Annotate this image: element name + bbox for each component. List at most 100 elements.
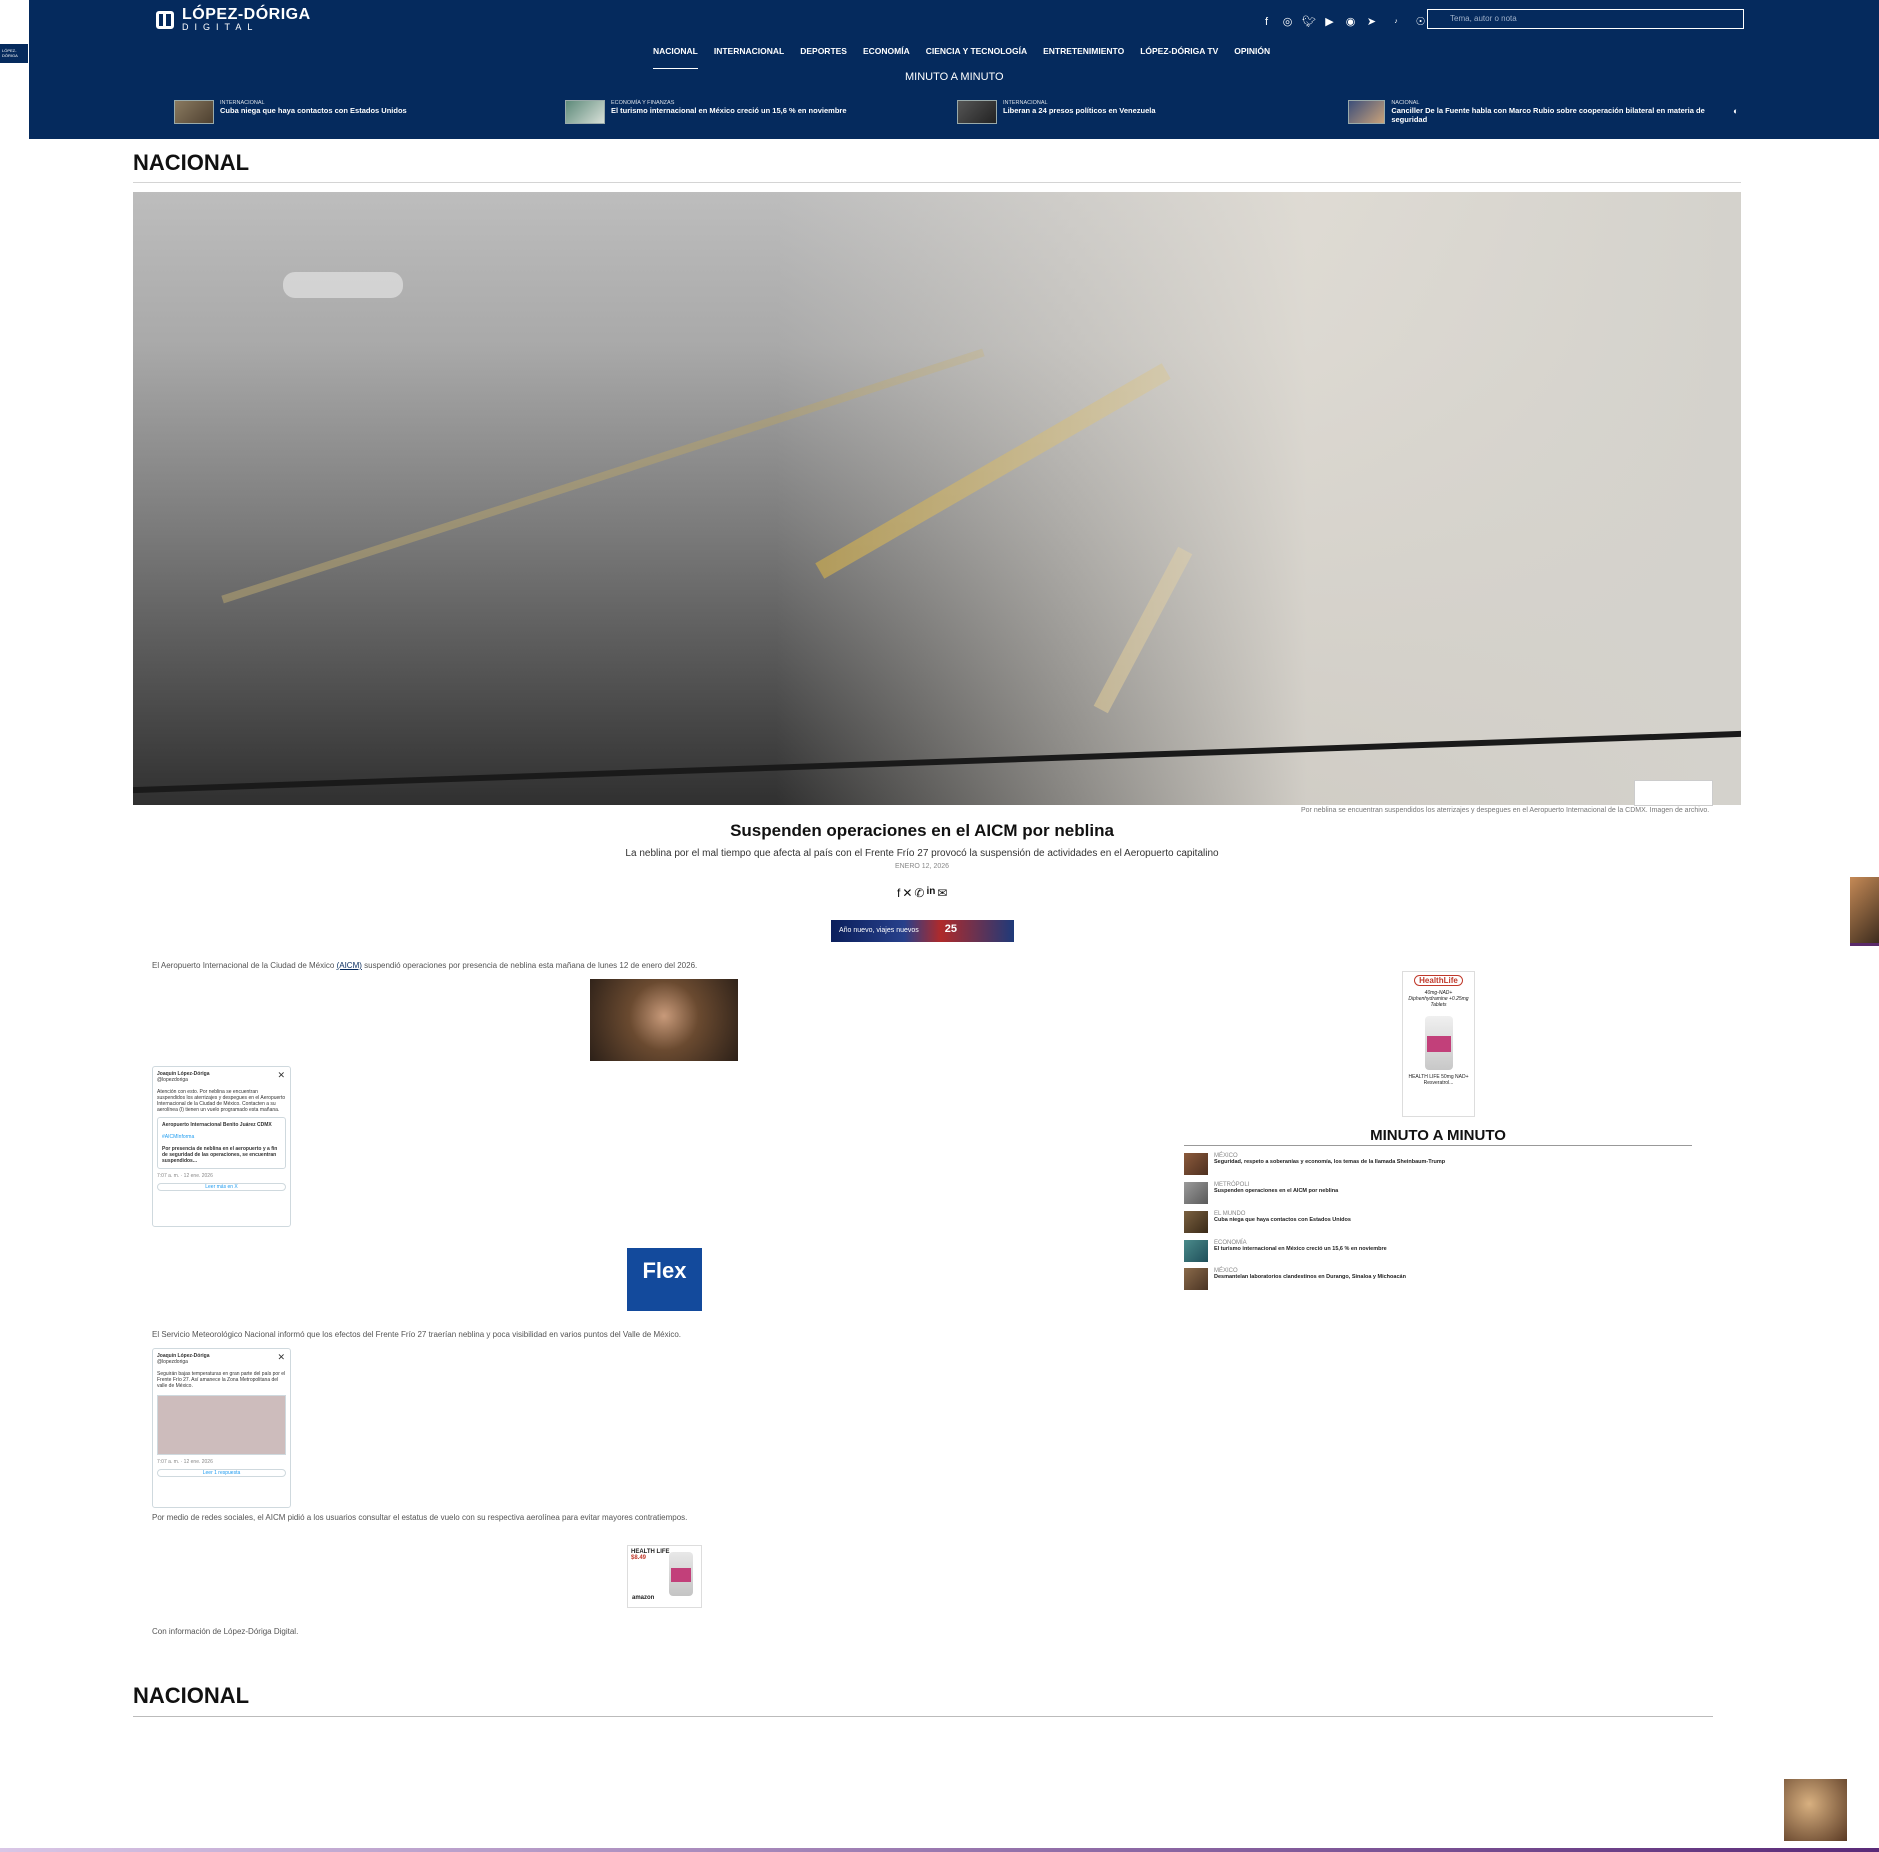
ticker-item[interactable]: INTERNACIONAL Cuba niega que haya contact… [174, 100, 407, 124]
telegram-icon[interactable]: ➤ [1365, 15, 1378, 28]
ticker-title: El turismo internacional en México creci… [611, 106, 847, 115]
nav-item-economia[interactable]: ECONOMÍA [863, 46, 910, 69]
minuto-thumb [1184, 1182, 1208, 1204]
article-headline: Suspenden operaciones en el AICM por neb… [730, 821, 1114, 840]
article-paragraph: Por medio de redes sociales, el AICM pid… [152, 1513, 688, 1522]
minuto-item[interactable]: MÉXICO Seguridad, respeto a soberanías y … [1184, 1153, 1445, 1175]
minuto-thumb [1184, 1240, 1208, 1262]
article-paragraph: Con información de López-Dóriga Digital. [152, 1627, 299, 1636]
ticker-thumb [174, 100, 214, 124]
site-logo[interactable]: LÓPEZ-DÓRIGA DIGITAL [156, 6, 311, 32]
twitter-icon[interactable]: 🐦︎ [1302, 15, 1316, 28]
facebook-icon[interactable]: f [1260, 16, 1273, 28]
minuto-item[interactable]: METRÓPOLI Suspenden operaciones en el AIC… [1184, 1182, 1338, 1204]
mini-ad[interactable] [1634, 780, 1713, 806]
logo-title: LÓPEZ-DÓRIGA [182, 6, 311, 23]
nav-item-internacional[interactable]: INTERNACIONAL [714, 46, 784, 69]
whatsapp-icon[interactable]: ✆ [914, 886, 924, 900]
search-placeholder: Tema, autor o nota [1450, 14, 1517, 23]
banner-ad[interactable]: Año nuevo, viajes nuevos 25 [831, 920, 1014, 942]
ticker-item[interactable]: ECONOMÍA Y FINANZAS El turismo internacio… [565, 100, 847, 124]
logo-subtitle: DIGITAL [182, 22, 259, 32]
minuto-title: MINUTO A MINUTO [1370, 1127, 1506, 1144]
quote-author: Aeropuerto Internacional Benito Juárez C… [162, 1122, 272, 1128]
tweet-embed[interactable]: ✕ Joaquín López-Dóriga @lopezdoriga Aten… [152, 1066, 291, 1227]
hero-fog [776, 192, 1741, 805]
logo-icon [156, 11, 174, 29]
minuto-item[interactable]: EL MUNDO Cuba niega que haya contactos co… [1184, 1211, 1351, 1233]
tweet-replies-button[interactable]: Leer 1 respuesta [157, 1469, 286, 1477]
article-paragraph: El Servicio Meteorológico Nacional infor… [152, 1330, 682, 1339]
aicm-link[interactable]: (AICM) [337, 961, 362, 970]
side-ad[interactable]: HealthLife 40mg-NAD+ Diphenhydramine +0.… [1402, 971, 1475, 1117]
tweet-quote[interactable]: Aeropuerto Internacional Benito Juárez C… [157, 1117, 286, 1169]
ticker-next-icon[interactable]: ◐ [1733, 106, 1738, 116]
nav-item-deportes[interactable]: DEPORTES [800, 46, 847, 69]
facebook-icon[interactable]: f [897, 886, 900, 900]
side-logo-tab[interactable]: LÓPEZ-DÓRIGA [0, 44, 28, 63]
tweet-body: Seguirán bajas temperaturas en gran part… [157, 1371, 286, 1389]
youtube-icon[interactable]: ▶ [1323, 15, 1336, 28]
article-date: ENERO 12, 2026 [894, 863, 950, 870]
side-video-thumb[interactable] [1850, 877, 1879, 946]
nav-item-ciencia[interactable]: CIENCIA Y TECNOLOGÍA [926, 46, 1027, 69]
product-ad[interactable]: HEALTH LIFE $8.49 amazon [627, 1545, 702, 1608]
banner-ad-text: Año nuevo, viajes nuevos [839, 927, 919, 934]
product-bottle [669, 1552, 693, 1596]
hero-plane [283, 272, 403, 298]
ticker-title: Liberan a 24 presos políticos en Venezue… [1003, 106, 1156, 115]
product-seller: amazon [632, 1595, 655, 1601]
twitter-icon[interactable]: ✕ [902, 886, 912, 900]
minuto-headline: Desmantelan laboratorios clandestinos en… [1214, 1274, 1406, 1280]
ticker-item[interactable]: NACIONAL Canciller De la Fuente habla con… [1348, 100, 1718, 124]
nav-item-entretenimiento[interactable]: ENTRETENIMIENTO [1043, 46, 1124, 69]
bottom-progress-bar [0, 1848, 1879, 1852]
ticker-category: NACIONAL [1391, 100, 1420, 106]
minuto-thumb [1184, 1153, 1208, 1175]
site-header: LÓPEZ-DÓRIGA DIGITAL f ◎ 🐦︎ ▶ ◉ ➤ ♪ ☉ ⚲ … [29, 0, 1879, 139]
video-ad[interactable] [590, 979, 738, 1061]
minuto-item[interactable]: MÉXICO Desmantelan laboratorios clandesti… [1184, 1268, 1406, 1290]
flex-ad-label: Flex [642, 1258, 687, 1283]
minuto-divider [1184, 1145, 1692, 1146]
minuto-thumb [1184, 1268, 1208, 1290]
hero-image [133, 192, 1741, 805]
page: LÓPEZ-DÓRIGA LÓPEZ-DÓRIGA DIGITAL f ◎ 🐦︎… [0, 0, 1879, 1852]
instagram-icon[interactable]: ◎ [1281, 15, 1294, 28]
close-icon[interactable]: ✕ [277, 1070, 285, 1081]
tweet-body: Atención con esto. Por neblina se encuen… [157, 1089, 286, 1113]
tweet-read-more-button[interactable]: Leer más en X [157, 1183, 286, 1191]
quote-hashtag[interactable]: #AICMInforma [162, 1134, 281, 1140]
minuto-item[interactable]: ECONOMÍA El turismo internacional en Méxi… [1184, 1240, 1387, 1262]
share-bar: f ✕ ✆ in ✉ [897, 886, 947, 900]
article-subhead: La neblina por el mal tiempo que afecta … [625, 848, 1219, 859]
image-caption: Por neblina se encuentran suspendidos lo… [1301, 807, 1710, 814]
quote-body: Por presencia de neblina en el aeropuert… [162, 1146, 278, 1164]
email-icon[interactable]: ✉ [937, 886, 947, 900]
related-section-divider [133, 1716, 1713, 1717]
podcast-icon[interactable]: ☉ [1414, 15, 1427, 28]
minuto-headline: Cuba niega que haya contactos con Estado… [1214, 1217, 1351, 1223]
social-icons: f ◎ 🐦︎ ▶ ◉ ➤ ♪ ☉ [1260, 15, 1427, 29]
ticker-item[interactable]: INTERNACIONAL Liberan a 24 presos polític… [957, 100, 1156, 124]
linkedin-icon[interactable]: in [926, 886, 935, 900]
flex-ad[interactable]: Flex [627, 1248, 702, 1311]
nav-item-nacional[interactable]: NACIONAL [653, 46, 698, 69]
spotify-icon[interactable]: ◉ [1344, 15, 1357, 28]
close-icon[interactable]: ✕ [277, 1352, 285, 1363]
nav-item-minuto[interactable]: MINUTO A MINUTO [905, 71, 1004, 83]
amazon-music-icon[interactable]: ♪ [1386, 18, 1406, 25]
paragraph-text: suspendió operaciones por presencia de n… [361, 961, 698, 970]
minuto-headline: El turismo internacional en México creci… [1214, 1246, 1387, 1252]
tweet-media[interactable] [157, 1395, 286, 1455]
side-ad-bottle [1424, 1016, 1453, 1070]
ticker-thumb [957, 100, 997, 124]
floating-video-player[interactable] [1784, 1779, 1847, 1841]
ticker-thumb [565, 100, 605, 124]
search-input[interactable]: Tema, autor o nota [1427, 9, 1744, 29]
nav-item-tv[interactable]: LÓPEZ-DÓRIGA TV [1140, 46, 1218, 69]
tweet-embed[interactable]: ✕ Joaquín López-Dóriga @lopezdoriga Segu… [152, 1348, 291, 1508]
main-nav: NACIONAL INTERNACIONAL DEPORTES ECONOMÍA… [653, 46, 1270, 69]
tweet-handle: @lopezdoriga [157, 1359, 188, 1365]
nav-item-opinion[interactable]: OPINIÓN [1234, 46, 1270, 69]
